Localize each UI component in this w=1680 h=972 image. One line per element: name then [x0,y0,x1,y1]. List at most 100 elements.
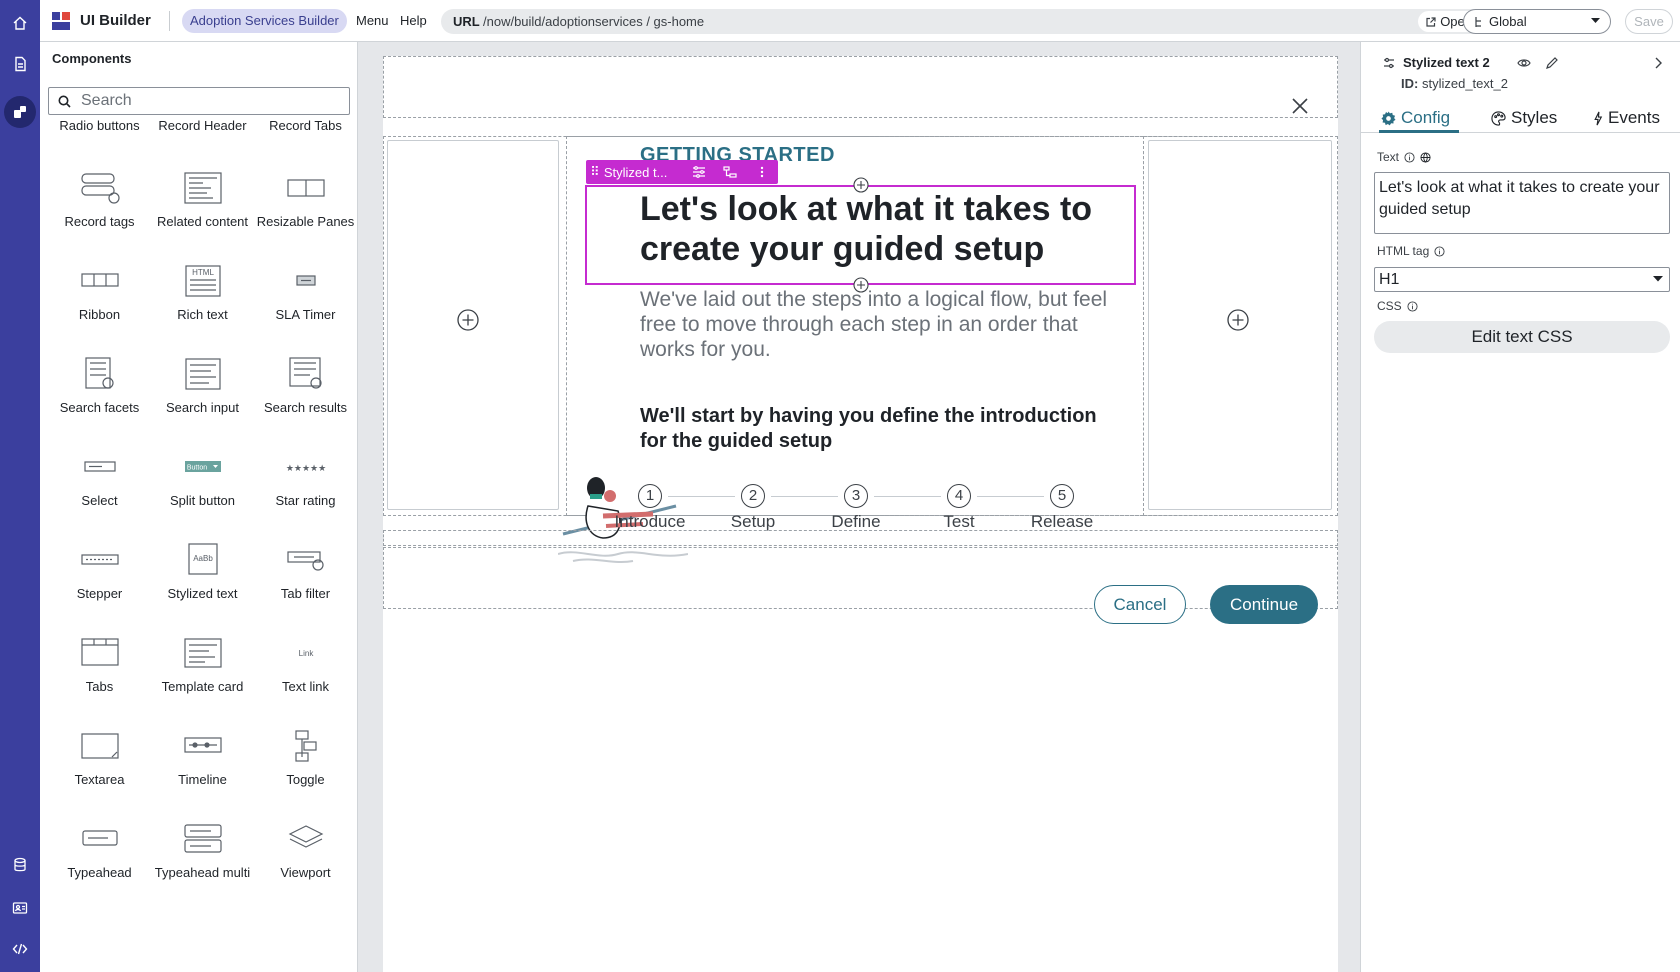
search-input-icon [181,354,225,394]
component-label: Template card [161,679,244,694]
component-label: Timeline [178,772,227,787]
modal-footer-slot[interactable] [383,547,1338,609]
component-tabs[interactable]: Tabs [48,631,151,724]
component-label: Tab filter [280,586,331,601]
gear-icon [1381,110,1396,125]
document-icon[interactable] [4,48,36,80]
html-tag-select[interactable]: H1 [1374,267,1670,292]
step-number: 4 [947,484,971,508]
component-label: Resizable Panes [256,214,355,229]
step-define[interactable]: 3 Define [811,484,901,532]
cancel-button[interactable]: Cancel [1094,585,1186,624]
scope-select[interactable]: Global [1463,9,1611,34]
component-related-content[interactable]: Related content [151,166,254,259]
component-resizable-panes[interactable]: Resizable Panes [254,166,357,259]
spacer-slot[interactable] [383,530,1338,546]
subtext[interactable]: We've laid out the steps into a logical … [640,287,1120,362]
component-record-header[interactable]: Record Header [151,118,254,166]
tab-events[interactable]: Events [1593,108,1660,128]
ui-builder-icon[interactable] [4,96,36,128]
save-button[interactable]: Save [1625,9,1673,34]
component-text-link[interactable]: Link Text link [254,631,357,724]
more-options-icon[interactable] [746,160,778,184]
component-label: Typeahead [67,865,132,880]
component-template-card[interactable]: Template card [151,631,254,724]
info-icon[interactable] [1434,245,1445,257]
contact-card-icon[interactable] [4,892,36,924]
edit-pencil-icon[interactable] [1545,56,1559,70]
component-label: Toggle [286,772,325,787]
close-icon[interactable] [1290,96,1310,116]
home-icon[interactable] [4,7,36,39]
edit-text-css-button[interactable]: Edit text CSS [1374,321,1670,353]
component-split-button[interactable]: Button Split button [151,445,254,538]
component-search-input[interactable]: Search input [151,352,254,445]
component-search-facets[interactable]: Search facets [48,352,151,445]
component-viewport[interactable]: Viewport [254,817,357,910]
component-label: Stepper [76,586,123,601]
record-tags-icon [78,168,122,208]
component-typeahead-multi[interactable]: Typeahead multi [151,817,254,910]
resizable-panes-icon [284,168,328,208]
chevron-right-icon[interactable] [1651,56,1665,70]
code-icon[interactable] [4,933,36,965]
database-icon[interactable] [4,849,36,881]
component-record-tabs[interactable]: Record Tabs [254,118,357,166]
component-label: Radio buttons [59,118,140,133]
step-label: Setup [730,512,776,531]
component-sliders-icon [1384,57,1394,68]
continue-button[interactable]: Continue [1210,585,1318,624]
modal-header-slot[interactable] [383,56,1338,118]
step-number: 3 [844,484,868,508]
info-icon[interactable] [1404,151,1415,163]
component-record-tags[interactable]: Record tags [48,166,151,259]
component-label: Typeahead multi [154,865,251,880]
text-value-textarea[interactable]: Let's look at what it takes to create yo… [1374,172,1670,234]
step-release[interactable]: 5 Release [1017,484,1107,532]
hierarchy-icon[interactable] [715,160,747,184]
drag-handle-icon[interactable]: ⠿ [586,164,604,180]
add-component-icon[interactable] [457,309,479,331]
component-rich-text[interactable]: HTML Rich text [151,259,254,352]
search-input[interactable] [81,92,321,110]
rich-text-icon: HTML [181,261,225,301]
component-search-results[interactable]: Search results [254,352,357,445]
component-stepper[interactable]: Stepper [48,538,151,631]
component-radio-buttons[interactable]: Radio buttons [48,118,151,166]
component-label: Select [81,493,118,508]
config-sliders-icon[interactable] [683,160,715,184]
component-header: Stylized text 2 [1383,55,1490,70]
component-textarea[interactable]: Textarea [48,724,151,817]
component-toolbar: ⠿ Stylized t... [586,160,778,184]
component-stylized-text[interactable]: AaBb Stylized text [151,538,254,631]
divider [169,11,170,31]
css-label: CSS [1377,299,1418,313]
component-typeahead[interactable]: Typeahead [48,817,151,910]
component-sla-timer[interactable]: SLA Timer [254,259,357,352]
component-select[interactable]: Select [48,445,151,538]
component-ribbon[interactable]: Ribbon [48,259,151,352]
help-button[interactable]: Help [400,13,427,28]
eye-icon[interactable] [1517,56,1531,70]
component-label: Stylized text [167,586,238,601]
experience-pill[interactable]: Adoption Services Builder [182,9,347,33]
info-icon[interactable] [1407,300,1418,312]
component-star-rating[interactable]: ★★★★★ Star rating [254,445,357,538]
intro-text[interactable]: We'll start by having you define the int… [640,404,1120,454]
tab-styles[interactable]: Styles [1491,108,1557,128]
tab-config[interactable]: Config [1381,108,1450,128]
component-toggle[interactable]: Toggle [254,724,357,817]
step-test[interactable]: 4 Test [914,484,1004,532]
app-title: UI Builder [80,12,151,29]
step-introduce[interactable]: 1 Introduce [605,484,695,532]
menu-button[interactable]: Menu [356,13,389,28]
add-component-icon[interactable] [1227,309,1249,331]
components-title: Components [52,51,132,66]
components-search[interactable] [48,87,350,115]
component-tab-filter[interactable]: Tab filter [254,538,357,631]
globe-icon[interactable] [1420,151,1431,163]
component-timeline[interactable]: Timeline [151,724,254,817]
step-setup[interactable]: 2 Setup [708,484,798,532]
headline-text[interactable]: Let's look at what it takes to create yo… [640,189,1120,269]
canvas-page: GETTING STARTED ⠿ Stylized t... Let's lo… [383,56,1338,972]
